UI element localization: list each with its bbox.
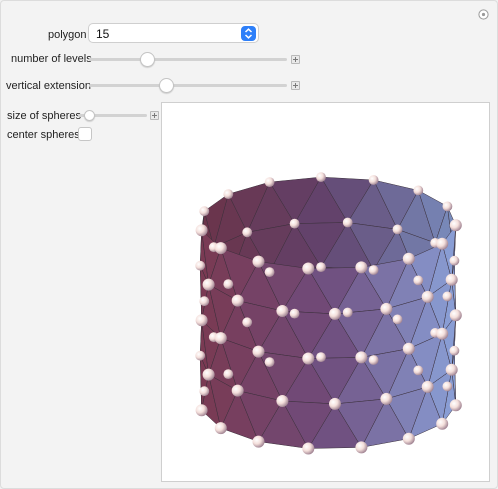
- plus-icon[interactable]: [150, 111, 159, 120]
- vertex-sphere: [223, 189, 234, 199]
- vertex-sphere: [368, 355, 379, 365]
- vertex-sphere: [368, 175, 379, 185]
- vertex-sphere: [264, 357, 275, 367]
- levels-label: number of levels: [11, 53, 92, 65]
- vertex-sphere: [449, 345, 460, 356]
- vertex-sphere: [442, 291, 453, 302]
- vertex-sphere: [436, 237, 449, 250]
- polygon-label: polygon: [48, 29, 87, 41]
- vertex-sphere: [242, 317, 253, 328]
- vertex-sphere: [380, 302, 393, 315]
- vertex-sphere: [252, 345, 265, 358]
- vertex-sphere: [276, 305, 289, 317]
- vertex-sphere: [223, 279, 234, 289]
- vertex-sphere: [329, 307, 341, 320]
- vertex-sphere: [316, 352, 326, 362]
- vertex-sphere: [413, 185, 424, 196]
- vertex-sphere: [195, 224, 208, 237]
- vertex-sphere: [402, 432, 415, 445]
- updown-chevron-icon: [241, 26, 256, 41]
- vertex-sphere: [264, 177, 275, 187]
- vertex-sphere: [195, 314, 208, 327]
- graphics-canvas[interactable]: [161, 102, 490, 482]
- vertex-sphere: [392, 314, 403, 325]
- vertical-extension-thumb[interactable]: [159, 78, 174, 93]
- vertex-sphere: [402, 342, 415, 355]
- vertex-sphere: [355, 261, 368, 274]
- vertex-sphere: [436, 327, 449, 340]
- vertex-sphere: [413, 365, 424, 376]
- vertex-sphere: [289, 218, 300, 229]
- vertex-sphere: [449, 399, 462, 412]
- tensegrity-band-graphic[interactable]: [162, 103, 489, 481]
- vertex-sphere: [302, 352, 315, 365]
- vertex-sphere: [449, 219, 462, 232]
- vertex-sphere: [214, 422, 227, 435]
- polygon-select-value: 15: [96, 27, 110, 41]
- vertex-sphere: [445, 363, 458, 376]
- vertex-sphere: [231, 294, 244, 307]
- vertex-sphere: [316, 262, 326, 272]
- vertex-sphere: [329, 397, 341, 410]
- vertex-sphere: [402, 252, 415, 265]
- vertex-sphere: [368, 265, 379, 275]
- vertex-sphere: [445, 273, 458, 286]
- vertex-sphere: [442, 381, 453, 392]
- vertex-sphere: [302, 442, 315, 455]
- vertex-sphere: [199, 386, 210, 397]
- vertex-sphere: [252, 435, 265, 448]
- levels-slider-thumb[interactable]: [140, 52, 155, 67]
- vertex-sphere: [355, 441, 368, 454]
- vertex-sphere: [276, 395, 289, 407]
- vertex-sphere: [242, 227, 253, 238]
- levels-slider[interactable]: [89, 52, 287, 67]
- vertex-sphere: [202, 368, 215, 381]
- vertex-sphere: [195, 350, 206, 361]
- vertex-sphere: [421, 380, 434, 393]
- sphere-size-slider[interactable]: [78, 108, 147, 122]
- vertex-sphere: [421, 290, 434, 303]
- vertex-sphere: [214, 332, 227, 345]
- vertex-sphere: [199, 296, 210, 307]
- vertex-sphere: [289, 308, 300, 319]
- vertex-sphere: [202, 278, 215, 291]
- vertex-sphere: [199, 206, 210, 217]
- plus-icon[interactable]: [291, 81, 300, 90]
- center-spheres-label: center spheres: [7, 129, 80, 141]
- vertex-sphere: [302, 262, 315, 275]
- vertex-sphere: [195, 260, 206, 271]
- vertex-sphere: [264, 267, 275, 277]
- vertex-sphere: [449, 309, 462, 322]
- vertex-sphere: [442, 201, 453, 212]
- vertex-sphere: [342, 307, 353, 318]
- vertical-extension-track: [89, 84, 287, 87]
- vertex-sphere: [214, 242, 227, 255]
- sphere-size-label: size of spheres: [7, 110, 81, 122]
- vertex-sphere: [413, 275, 424, 286]
- vertex-sphere: [342, 217, 353, 228]
- vertex-sphere: [316, 172, 326, 182]
- vertex-sphere: [231, 384, 244, 397]
- vertex-sphere: [195, 404, 208, 417]
- center-spheres-checkbox[interactable]: [78, 127, 92, 141]
- reset-icon[interactable]: [478, 9, 489, 20]
- plus-icon[interactable]: [291, 55, 300, 64]
- vertex-sphere: [223, 369, 234, 379]
- vertex-sphere: [449, 255, 460, 266]
- vertex-sphere: [355, 351, 368, 364]
- vertex-sphere: [380, 392, 393, 405]
- polygon-select[interactable]: 15: [88, 23, 259, 43]
- vertex-sphere: [436, 417, 449, 430]
- vertex-sphere: [392, 224, 403, 235]
- vertical-extension-label: vertical extension: [6, 80, 91, 92]
- levels-slider-track: [89, 58, 287, 61]
- vertex-sphere: [252, 255, 265, 268]
- sphere-size-thumb[interactable]: [84, 110, 95, 121]
- vertical-extension-slider[interactable]: [89, 78, 287, 93]
